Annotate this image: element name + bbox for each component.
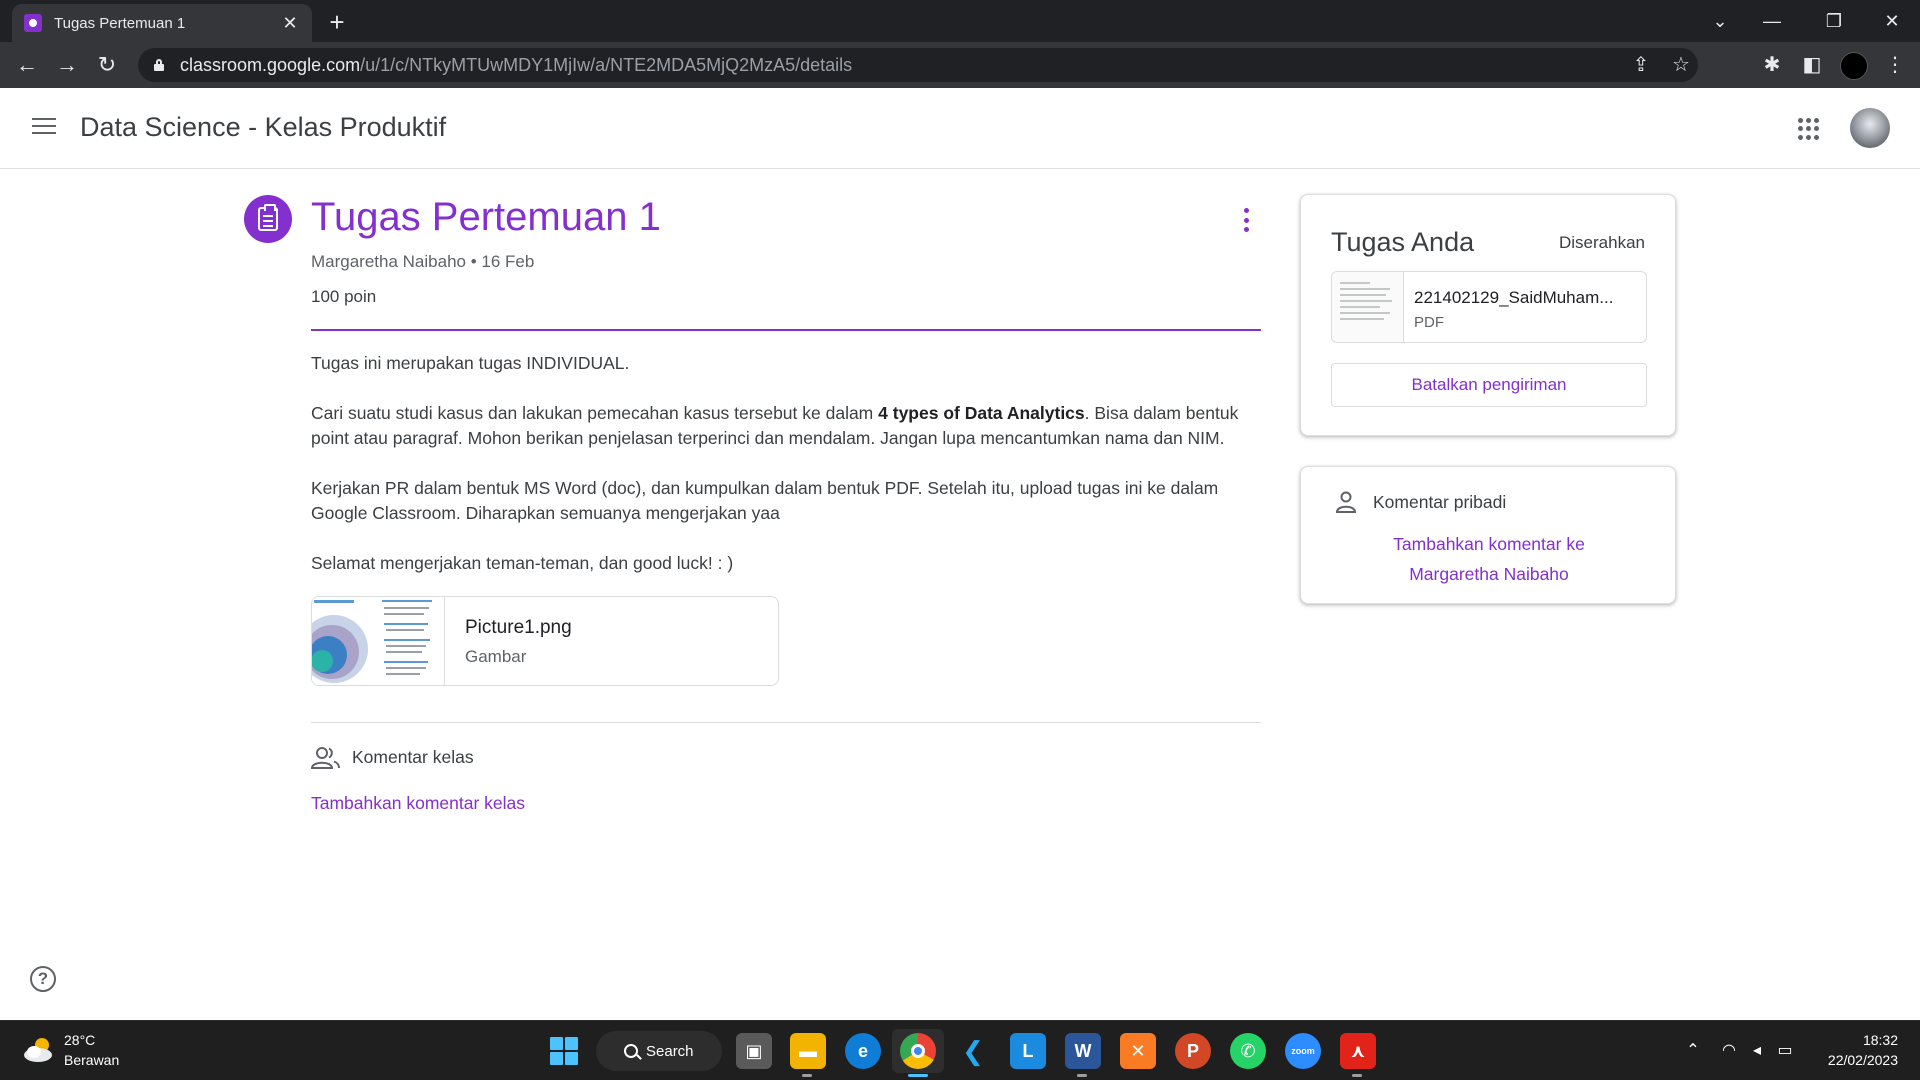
- weather-temperature: 28°C: [64, 1032, 96, 1048]
- pdf-thumbnail: [1332, 272, 1404, 342]
- vscode-icon[interactable]: ❮: [955, 1033, 991, 1069]
- new-tab-plus-icon[interactable]: +: [322, 8, 352, 38]
- whatsapp-icon[interactable]: ✆: [1230, 1033, 1266, 1069]
- comments-divider: [311, 722, 1261, 723]
- lock-icon[interactable]: [154, 59, 164, 71]
- bookmark-star-icon[interactable]: ☆: [1666, 50, 1696, 80]
- forward-arrow-icon[interactable]: →: [52, 50, 82, 80]
- unsubmit-button[interactable]: Batalkan pengiriman: [1331, 363, 1647, 407]
- volume-icon[interactable]: ◂: [1746, 1040, 1768, 1060]
- close-icon[interactable]: ✕: [280, 13, 300, 34]
- reload-icon[interactable]: ↻: [92, 50, 122, 80]
- battery-icon[interactable]: ▭: [1774, 1040, 1796, 1060]
- assignment-description: Tugas ini merupakan tugas INDIVIDUAL. Ca…: [311, 351, 1261, 601]
- add-private-comment-line: Margaretha Naibaho: [1409, 564, 1569, 584]
- extensions-puzzle-icon[interactable]: ✱: [1757, 50, 1787, 80]
- share-icon[interactable]: ⇪: [1626, 50, 1656, 80]
- submitted-file-name: 221402129_SaidMuham...: [1414, 288, 1614, 307]
- assignment-clipboard-icon: [244, 195, 292, 243]
- classroom-header: Data Science - Kelas Produktif: [0, 88, 1920, 169]
- add-private-comment-link[interactable]: Tambahkan komentar ke Margaretha Naibaho: [1331, 529, 1647, 589]
- search-label: Search: [646, 1042, 694, 1060]
- running-indicator: [802, 1074, 812, 1077]
- back-arrow-icon[interactable]: ←: [12, 50, 42, 80]
- description-paragraph: Tugas ini merupakan tugas INDIVIDUAL.: [311, 353, 630, 373]
- window-close-icon[interactable]: ✕: [1872, 6, 1912, 36]
- your-work-card: Tugas Anda Diserahkan 221402129_SaidMuha…: [1300, 194, 1676, 436]
- windows-taskbar: 28°C Berawan Search ▣ ▬ e ❮ L W ✕ P ✆ zo…: [0, 1020, 1920, 1080]
- clock-time[interactable]: 18:32: [1863, 1032, 1898, 1048]
- browser-menu-more-icon[interactable]: ⋮: [1880, 50, 1910, 80]
- running-indicator: [1077, 1074, 1087, 1077]
- clock-date[interactable]: 22/02/2023: [1828, 1052, 1898, 1068]
- chrome-browser-icon[interactable]: [900, 1033, 936, 1069]
- running-indicator: [1352, 1074, 1362, 1077]
- submitted-file-chip[interactable]: 221402129_SaidMuham... PDF: [1331, 271, 1647, 343]
- attachment-thumbnail: [312, 597, 445, 685]
- search-icon: [624, 1044, 638, 1058]
- assignment-more-options-icon[interactable]: [1236, 208, 1256, 232]
- header-divider: [311, 329, 1261, 331]
- address-bar[interactable]: classroom.google.com/u/1/c/NTkyMTUwMDY1M…: [138, 48, 1698, 82]
- hamburger-menu-icon[interactable]: [32, 118, 56, 136]
- google-apps-icon[interactable]: [1798, 118, 1820, 140]
- side-panel-icon[interactable]: ◧: [1797, 50, 1827, 80]
- submitted-file-type: PDF: [1414, 314, 1444, 331]
- add-class-comment-link[interactable]: Tambahkan komentar kelas: [311, 793, 525, 814]
- wifi-icon[interactable]: ◠: [1718, 1040, 1740, 1060]
- person-icon: [1335, 491, 1357, 513]
- attachment-type: Gambar: [465, 647, 527, 666]
- assignment-meta: Margaretha Naibaho • 16 Feb: [311, 252, 535, 271]
- description-bold: 4 types of Data Analytics: [878, 403, 1085, 423]
- browser-profile-avatar[interactable]: [1840, 52, 1868, 80]
- weather-description: Berawan: [64, 1052, 120, 1068]
- attachment-card[interactable]: Picture1.png Gambar: [311, 596, 779, 686]
- word-icon[interactable]: W: [1065, 1033, 1101, 1069]
- tab-title: Tugas Pertemuan 1: [54, 14, 186, 32]
- url-host: classroom.google.com: [180, 54, 361, 75]
- minimize-icon[interactable]: —: [1752, 6, 1792, 36]
- file-explorer-icon[interactable]: ▬: [790, 1033, 826, 1069]
- restore-icon[interactable]: ❐: [1814, 6, 1854, 36]
- windows-start-icon[interactable]: [550, 1037, 578, 1065]
- description-paragraph: Kerjakan PR dalam bentuk MS Word (doc), …: [311, 478, 1219, 523]
- url-path: /u/1/c/NTkyMTUwMDY1MjIw/a/NTE2MDA5MjQ2Mz…: [360, 54, 853, 75]
- browser-tab-active[interactable]: Tugas Pertemuan 1 ✕: [12, 4, 312, 42]
- class-title[interactable]: Data Science - Kelas Produktif: [80, 112, 446, 143]
- private-comments-card: Komentar pribadi Tambahkan komentar ke M…: [1300, 466, 1676, 604]
- description-paragraph: Selamat mengerjakan teman-teman, dan goo…: [311, 553, 734, 573]
- weather-cloudy-icon[interactable]: [22, 1035, 56, 1065]
- assignment-title: Tugas Pertemuan 1: [311, 195, 661, 239]
- class-comments-label: Komentar kelas: [352, 747, 474, 767]
- task-view-icon[interactable]: ▣: [736, 1033, 772, 1069]
- edge-browser-icon[interactable]: e: [845, 1033, 881, 1069]
- description-paragraph: Cari suatu studi kasus dan lakukan pemec…: [311, 403, 1239, 448]
- zoom-icon[interactable]: zoom: [1285, 1033, 1321, 1069]
- add-private-comment-line: Tambahkan komentar ke: [1393, 534, 1585, 554]
- submission-status: Diserahkan: [1559, 233, 1645, 252]
- classroom-favicon-icon: [24, 14, 42, 32]
- l-app-icon[interactable]: L: [1010, 1033, 1046, 1069]
- tab-search-chevron-down-icon[interactable]: ⌄: [1700, 6, 1740, 36]
- account-avatar[interactable]: [1850, 108, 1890, 148]
- acrobat-pdf-icon[interactable]: ⋏: [1340, 1033, 1376, 1069]
- taskbar-search[interactable]: Search: [596, 1031, 722, 1071]
- powerpoint-icon[interactable]: P: [1175, 1033, 1211, 1069]
- browser-toolbar: ← → ↻ classroom.google.com/u/1/c/NTkyMTU…: [0, 42, 1920, 88]
- tray-chevron-up-icon[interactable]: ⌃: [1682, 1040, 1704, 1060]
- browser-tab-strip: Tugas Pertemuan 1 ✕ + ⌄ — ❐ ✕: [0, 0, 1920, 42]
- your-work-title: Tugas Anda: [1331, 227, 1475, 257]
- people-icon: [310, 746, 341, 770]
- xampp-icon[interactable]: ✕: [1120, 1033, 1156, 1069]
- attachment-name: Picture1.png: [465, 617, 572, 638]
- help-icon[interactable]: ?: [30, 966, 56, 992]
- assignment-points: 100 poin: [311, 287, 377, 306]
- running-indicator: [908, 1074, 928, 1077]
- private-comments-label: Komentar pribadi: [1373, 492, 1507, 512]
